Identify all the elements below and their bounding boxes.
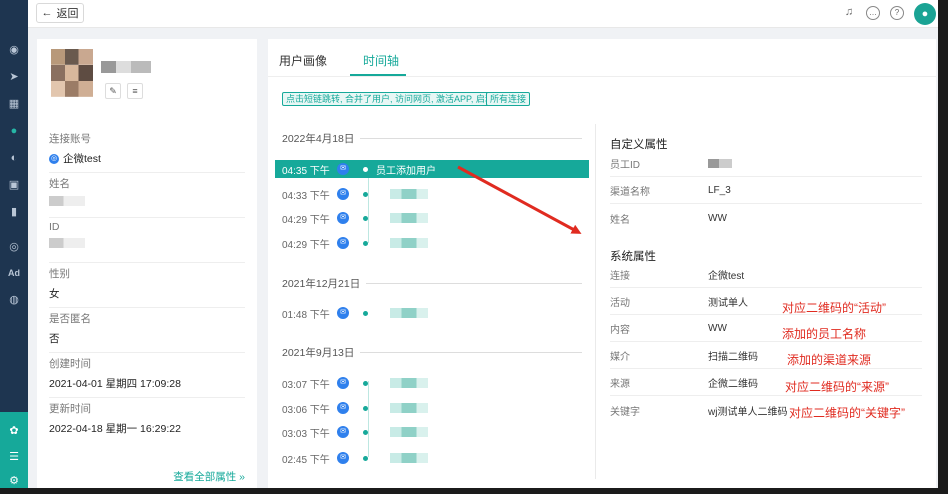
app-window: ◉ ➤ ▦ ● ◐ ▣ ▮ ◎ Ad ◍ ✿ ☰ ⚙ ← 返回 ♫ … ? ● … [0,0,938,488]
annotation-arrow [457,165,582,234]
